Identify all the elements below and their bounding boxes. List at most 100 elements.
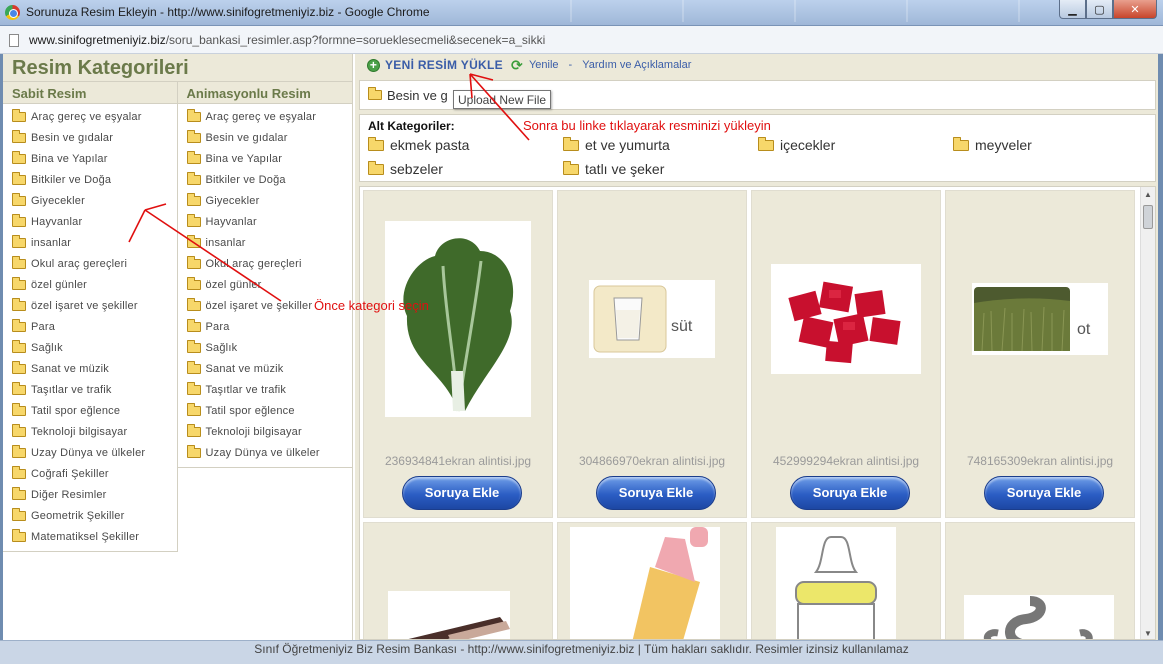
image-filename: 236934841ekran alintisi.jpg [384, 454, 532, 468]
animated-category-item[interactable]: Bitkiler ve Doğa [186, 169, 353, 190]
animated-category-item[interactable]: Araç gereç ve eşyalar [186, 106, 353, 127]
folder-icon [12, 339, 26, 353]
category-label: Sanat ve müzik [205, 362, 284, 375]
upload-new-image-link[interactable]: + YENİ RESİM YÜKLE [367, 58, 503, 72]
folder-icon [368, 160, 384, 175]
folder-icon [12, 192, 26, 206]
animated-category-item[interactable]: Besin ve gıdalar [186, 127, 353, 148]
add-to-question-button[interactable]: Soruya Ekle [790, 476, 910, 510]
image-thumbnail[interactable] [776, 527, 896, 639]
static-category-item[interactable]: Sanat ve müzik [12, 358, 177, 379]
static-category-item[interactable]: Bina ve Yapılar [12, 148, 177, 169]
window-controls: ▁ ▢ ✕ [1059, 0, 1157, 19]
add-to-question-button[interactable]: Soruya Ekle [596, 476, 716, 510]
static-category-item[interactable]: Tatil spor eğlence [12, 400, 177, 421]
refresh-icon[interactable]: ⟳ [511, 58, 526, 72]
static-category-item[interactable]: Okul araç gereçleri [12, 253, 177, 274]
subcategory-grid: ekmek pasta et ve yumurta içecekler meyvele… [368, 133, 1147, 181]
subcategory-label: tatlı ve şeker [585, 161, 665, 177]
animated-category-item[interactable]: Taşıtlar ve trafik [186, 379, 353, 400]
image-card: ot 748165309ekran alintisi.jpg Soruya Ekle [945, 190, 1135, 518]
static-category-item[interactable]: Diğer Resimler [12, 484, 177, 505]
subcategory-item[interactable]: tatlı ve şeker [563, 157, 758, 181]
folder-icon [12, 444, 26, 458]
folder-icon [563, 160, 579, 175]
subcategory-item[interactable]: ekmek pasta [368, 133, 563, 157]
static-category-item[interactable]: Araç gereç ve eşyalar [12, 106, 177, 127]
category-label: Teknoloji bilgisayar [205, 425, 302, 438]
folder-icon [186, 150, 201, 164]
animated-category-item[interactable]: Uzay Dünya ve ülkeler [186, 442, 353, 463]
static-category-item[interactable]: Besin ve gıdalar [12, 127, 177, 148]
close-button[interactable]: ✕ [1113, 0, 1157, 19]
subcategory-label: meyveler [975, 137, 1032, 153]
subcategory-item[interactable]: et ve yumurta [563, 133, 758, 157]
category-label: Coğrafi Şekiller [31, 467, 109, 480]
static-category-item[interactable]: Para [12, 316, 177, 337]
category-label: Taşıtlar ve trafik [31, 383, 112, 396]
folder-icon [12, 318, 26, 332]
animated-column-heading: Animasyonlu Resim [177, 82, 352, 104]
static-category-item[interactable]: Geometrik Şekiller [12, 505, 177, 526]
animated-category-item[interactable]: Hayvanlar [186, 211, 353, 232]
category-label: Diğer Resimler [31, 488, 107, 501]
image-thumbnail[interactable] [964, 595, 1114, 639]
static-category-item[interactable]: Matematiksel Şekiller [12, 526, 177, 547]
static-category-item[interactable]: Bitkiler ve Doğa [12, 169, 177, 190]
image-thumbnail[interactable] [752, 191, 940, 451]
add-to-question-button[interactable]: Soruya Ekle [402, 476, 522, 510]
url-text[interactable]: www.sinifogretmeniyiz.biz/soru_bankasi_r… [29, 33, 545, 47]
image-thumbnail[interactable] [364, 191, 552, 451]
static-category-item[interactable]: özel günler [12, 274, 177, 295]
add-to-question-button[interactable]: Soruya Ekle [984, 476, 1104, 510]
breadcrumb-text[interactable]: Besin ve g [387, 88, 448, 103]
folder-icon [186, 255, 201, 269]
static-category-item[interactable]: Teknoloji bilgisayar [12, 421, 177, 442]
folder-icon [186, 402, 201, 416]
static-category-item[interactable]: özel işaret ve şekiller [12, 295, 177, 316]
gallery-scrollbar[interactable]: ▲ ▼ [1140, 187, 1155, 639]
static-category-item[interactable]: Coğrafi Şekiller [12, 463, 177, 484]
animated-category-item[interactable]: Sağlık [186, 337, 353, 358]
static-category-item[interactable]: Sağlık [12, 337, 177, 358]
animated-category-item[interactable]: Tatil spor eğlence [186, 400, 353, 421]
animated-category-item[interactable]: Sanat ve müzik [186, 358, 353, 379]
address-bar[interactable]: www.sinifogretmeniyiz.biz/soru_bankasi_r… [0, 26, 1163, 54]
plus-icon: + [367, 58, 380, 72]
folder-icon [12, 507, 26, 521]
subcategory-item[interactable]: meyveler [953, 133, 1148, 157]
animated-category-item[interactable]: Okul araç gereçleri [186, 253, 353, 274]
folder-icon [12, 213, 26, 227]
refresh-link[interactable]: Yenile [529, 59, 559, 71]
static-category-item[interactable]: Hayvanlar [12, 211, 177, 232]
folder-icon [12, 486, 26, 500]
static-category-item[interactable]: Taşıtlar ve trafik [12, 379, 177, 400]
animated-category-item[interactable]: Para [186, 316, 353, 337]
animated-category-item[interactable]: Teknoloji bilgisayar [186, 421, 353, 442]
subcategory-item[interactable]: sebzeler [368, 157, 563, 181]
animated-category-list: Araç gereç ve eşyalar Besin ve gıdalar Bin… [178, 104, 353, 467]
animated-category-item[interactable]: Giyecekler [186, 190, 353, 211]
category-label: insanlar [31, 236, 72, 249]
animated-category-item[interactable]: Bina ve Yapılar [186, 148, 353, 169]
subcategory-label: ekmek pasta [390, 137, 470, 153]
subcategory-item[interactable]: içecekler [758, 133, 953, 157]
category-label: Uzay Dünya ve ülkeler [31, 446, 146, 459]
image-thumbnail[interactable]: ot [946, 191, 1134, 451]
maximize-button[interactable]: ▢ [1086, 0, 1113, 19]
help-link[interactable]: Yardım ve Açıklamalar [582, 59, 691, 71]
scroll-down-icon[interactable]: ▼ [1141, 626, 1155, 639]
image-thumbnail[interactable]: süt [558, 191, 746, 451]
image-card: süt 304866970ekran alintisi.jpg Soruya Ekl… [557, 190, 747, 518]
static-category-item[interactable]: insanlar [12, 232, 177, 253]
animated-category-item[interactable]: insanlar [186, 232, 353, 253]
image-thumbnail[interactable] [570, 527, 720, 639]
static-category-item[interactable]: Uzay Dünya ve ülkeler [12, 442, 177, 463]
folder-icon [12, 402, 26, 416]
scroll-up-icon[interactable]: ▲ [1141, 187, 1155, 202]
scroll-thumb[interactable] [1143, 205, 1153, 229]
static-category-item[interactable]: Giyecekler [12, 190, 177, 211]
animated-category-item[interactable]: özel günler [186, 274, 353, 295]
minimize-button[interactable]: ▁ [1059, 0, 1086, 19]
image-thumbnail[interactable] [388, 591, 510, 639]
